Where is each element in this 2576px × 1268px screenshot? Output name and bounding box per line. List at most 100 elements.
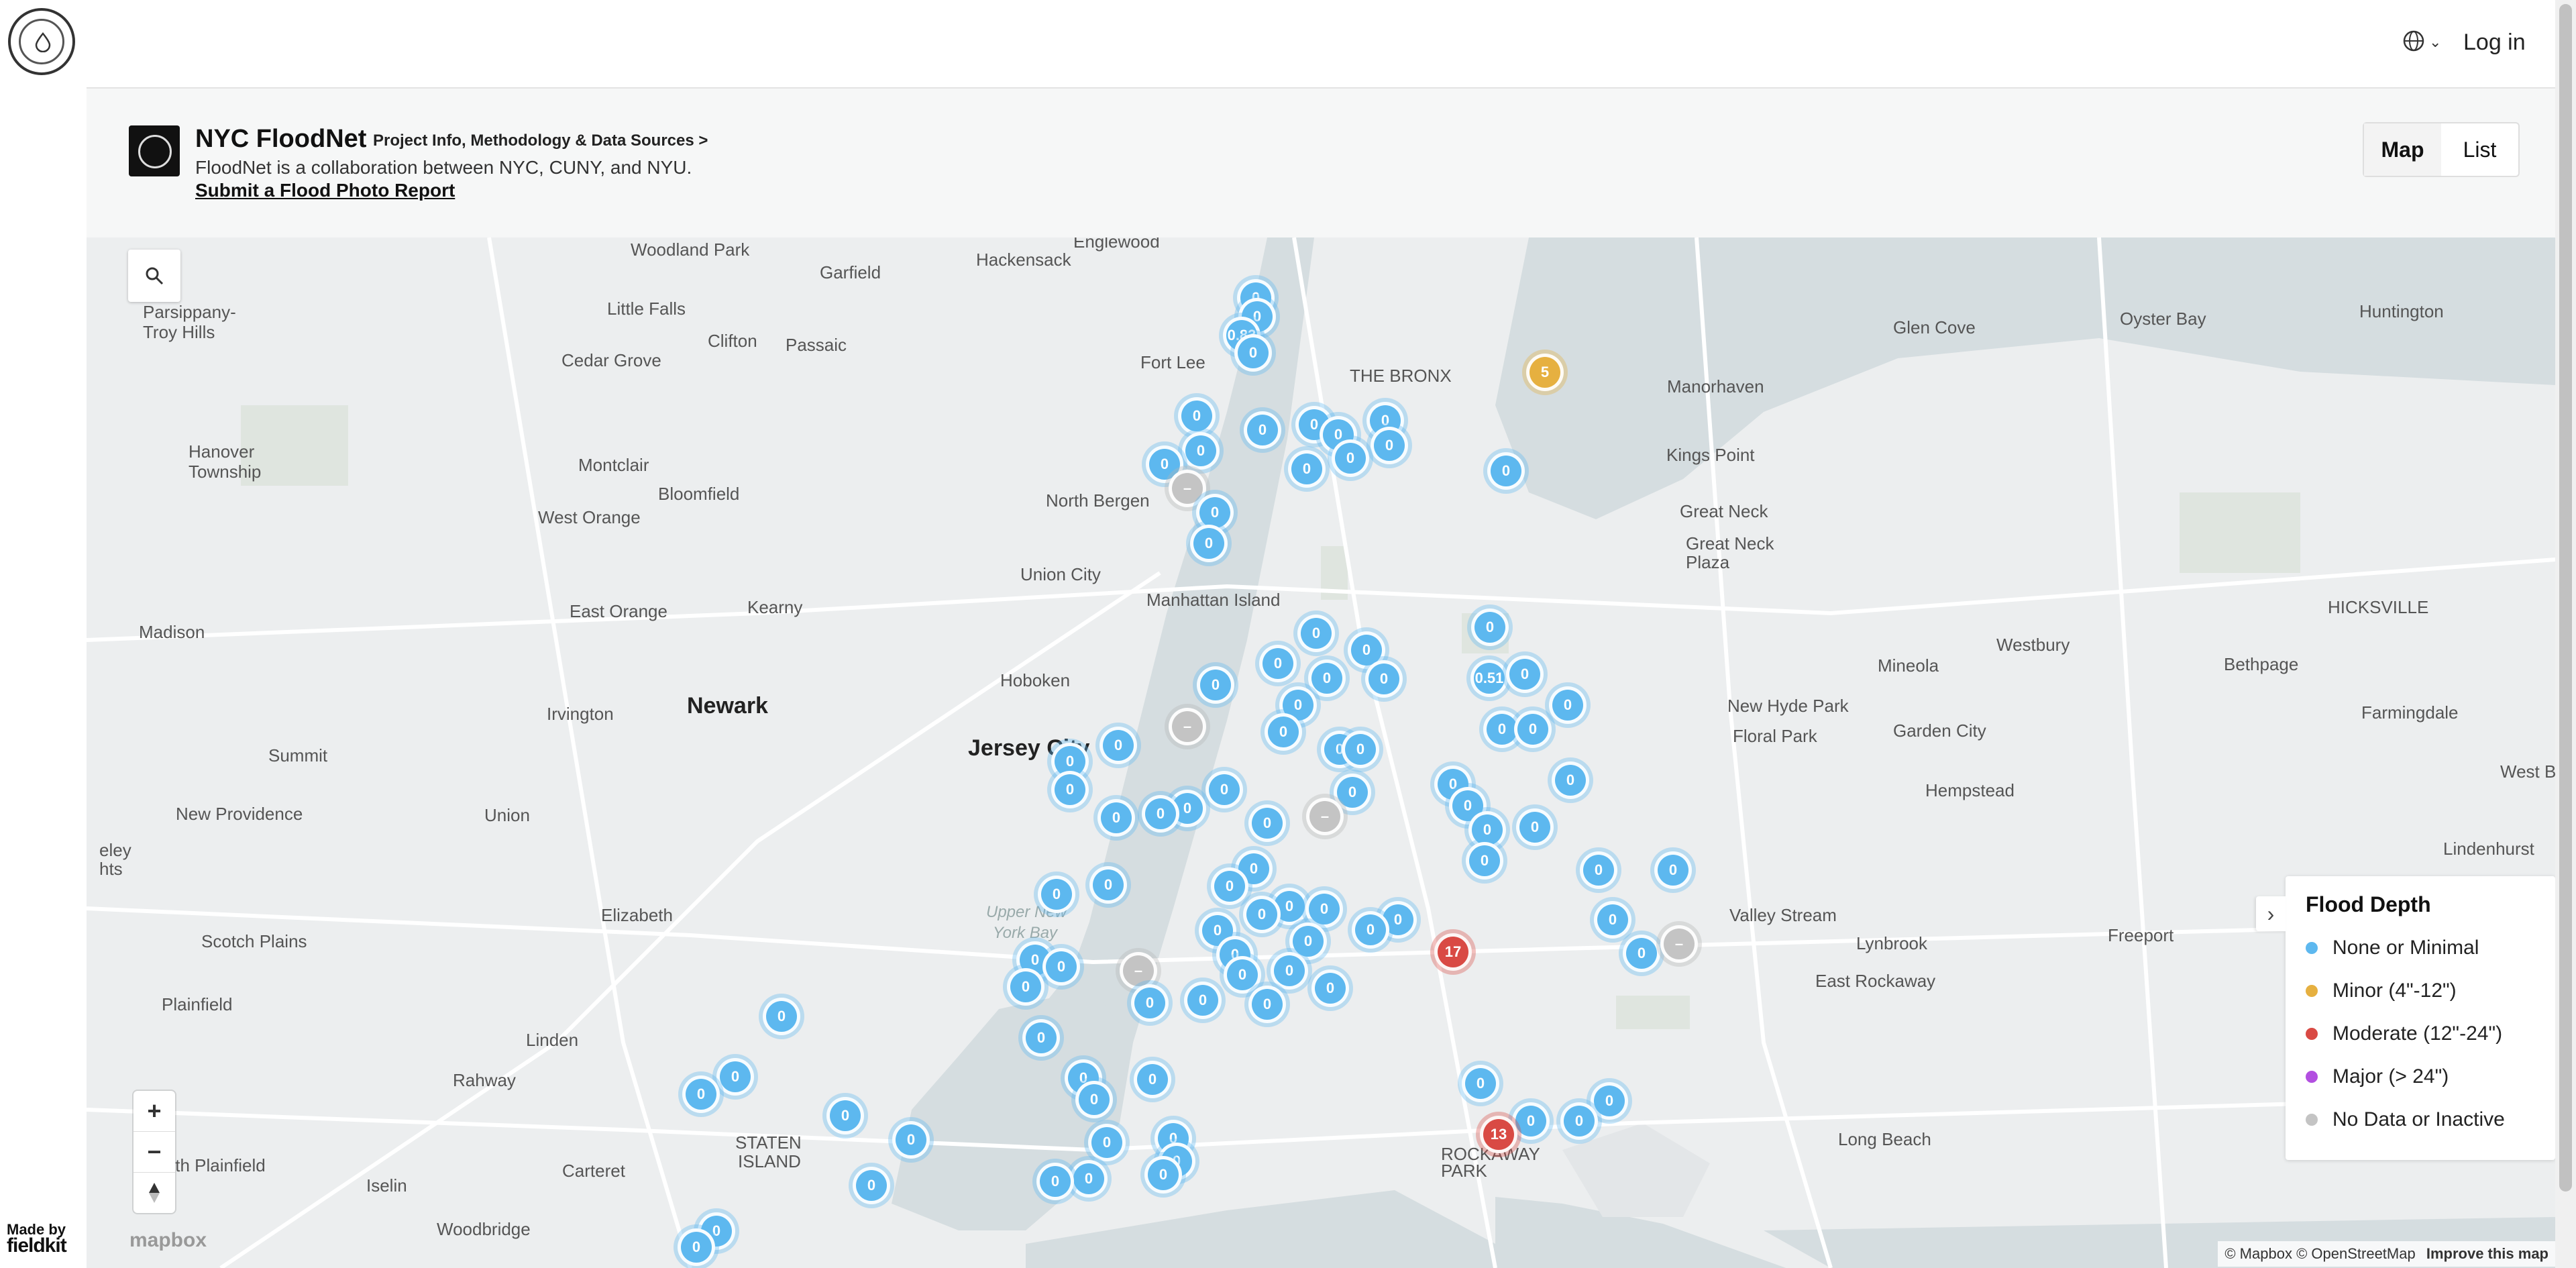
sensor-marker[interactable]: 0 — [1288, 450, 1326, 488]
sensor-marker[interactable]: 0 — [716, 1058, 754, 1096]
sensor-marker[interactable]: 5 — [1526, 354, 1564, 391]
sensor-marker[interactable]: 0 — [1205, 771, 1243, 808]
sensor-marker[interactable]: 0 — [1332, 439, 1369, 477]
sensor-marker[interactable]: 0 — [1131, 984, 1169, 1022]
page-scrollbar[interactable] — [2555, 0, 2576, 1268]
sensor-marker[interactable]: 0 — [1178, 397, 1216, 435]
sensor-marker[interactable]: 13 — [1480, 1116, 1517, 1153]
sensor-marker[interactable]: 0 — [682, 1075, 720, 1113]
sensor-marker[interactable]: 0 — [1134, 1061, 1171, 1098]
sensor-marker[interactable]: 0 — [1552, 761, 1589, 799]
sensor-marker[interactable]: 0 — [1190, 525, 1228, 562]
legend-collapse-button[interactable]: › — [2256, 896, 2286, 931]
compass-button[interactable] — [133, 1173, 175, 1213]
sensor-marker[interactable]: – — [1169, 708, 1206, 745]
sensor-marker[interactable]: 0 — [1088, 1124, 1126, 1161]
sensor-marker[interactable]: 0 — [853, 1167, 890, 1204]
sensor-marker[interactable]: 0 — [1487, 452, 1525, 490]
map-place-label: Glen Cove — [1893, 317, 1976, 337]
scrollbar-thumb[interactable] — [2559, 4, 2572, 1192]
sensor-marker[interactable]: 0 — [1516, 808, 1554, 846]
sensor-marker[interactable]: 0 — [1514, 710, 1552, 748]
sensor-marker[interactable]: 0 — [1342, 731, 1379, 768]
sensor-marker[interactable]: 0 — [1297, 615, 1335, 652]
sensor-marker[interactable]: 0 — [1594, 901, 1631, 939]
sensor-marker[interactable]: 0 — [892, 1121, 930, 1159]
sensor-marker[interactable]: 0 — [1466, 842, 1503, 880]
map-place-label: Woodland Park — [631, 240, 750, 260]
sensor-marker[interactable]: 0 — [1089, 866, 1127, 904]
view-toggle: Map List — [2363, 122, 2520, 177]
sensor-marker[interactable]: 0 — [1471, 609, 1509, 646]
sensor-marker[interactable]: 0 — [1197, 666, 1234, 704]
map-canvas[interactable]: Englewood Woodland Park Hackensack Garfield… — [87, 237, 2555, 1268]
attribution-mapbox[interactable]: © Mapbox — [2224, 1245, 2292, 1262]
login-link[interactable]: Log in — [2463, 30, 2526, 56]
sensor-marker[interactable]: 0 — [1265, 713, 1302, 751]
sensor-marker[interactable]: 0 — [1462, 1065, 1499, 1102]
sensor-marker[interactable]: 0 — [1506, 655, 1544, 693]
sensor-marker[interactable]: 0 — [1560, 1102, 1598, 1140]
sensor-marker[interactable]: 0 — [1248, 986, 1286, 1023]
sensor-marker[interactable]: 0 — [1234, 334, 1272, 372]
sensor-marker[interactable]: 0 — [1144, 1156, 1182, 1194]
map-place-label: Irvington — [547, 704, 614, 724]
map-place-label: Plainfield — [162, 994, 233, 1014]
sensor-marker[interactable]: 0 — [1182, 432, 1220, 470]
sensor-marker[interactable]: 0 — [1099, 727, 1137, 764]
sensor-marker[interactable]: 0 — [1142, 795, 1179, 833]
project-info-link[interactable]: Project Info, Methodology & Data Sources… — [373, 131, 708, 150]
sensor-marker[interactable]: 0 — [1097, 799, 1135, 837]
map-place-label: Iselin — [366, 1175, 407, 1196]
tab-map[interactable]: Map — [2364, 123, 2441, 176]
floodnet-logo[interactable] — [8, 8, 75, 75]
mapbox-logo[interactable]: mapbox — [129, 1229, 207, 1252]
sensor-marker[interactable]: 0 — [1580, 851, 1617, 889]
sensor-marker[interactable]: 0 — [826, 1097, 864, 1134]
tab-list[interactable]: List — [2441, 123, 2518, 176]
chevron-down-icon[interactable]: ⌄ — [2429, 34, 2441, 51]
improve-map-link[interactable]: Improve this map — [2426, 1245, 2548, 1262]
sensor-marker[interactable]: 0 — [1352, 911, 1389, 949]
made-by-fieldkit[interactable]: Made by fieldkit — [7, 1222, 67, 1256]
sensor-marker[interactable]: 0 — [678, 1228, 715, 1266]
submit-photo-report-link[interactable]: Submit a Flood Photo Report — [195, 180, 455, 201]
sensor-marker[interactable]: 0 — [1243, 896, 1281, 933]
sensor-marker[interactable]: – — [1660, 925, 1698, 963]
sensor-marker[interactable]: 0 — [1022, 1019, 1060, 1057]
sensor-marker[interactable]: 0 — [1549, 686, 1587, 724]
sensor-marker[interactable]: 0 — [1248, 804, 1286, 842]
sensor-marker[interactable]: 17 — [1434, 933, 1472, 971]
sensor-marker[interactable]: 0 — [1371, 427, 1408, 464]
zoom-in-button[interactable]: + — [133, 1091, 175, 1132]
sensor-marker[interactable]: 0 — [1051, 771, 1089, 808]
sensor-marker[interactable]: 0 — [763, 998, 800, 1035]
sensor-marker[interactable]: 0 — [1623, 935, 1660, 972]
map-place-label: Manhattan Island — [1146, 590, 1281, 610]
sensor-marker[interactable]: 0 — [1038, 876, 1075, 913]
sensor-marker[interactable]: 0 — [1654, 851, 1692, 889]
globe-icon[interactable] — [2402, 30, 2425, 52]
legend-color-dot — [2306, 1071, 2318, 1083]
sensor-marker[interactable]: 0 — [1224, 956, 1261, 994]
map-search-button[interactable] — [128, 250, 180, 302]
map-place-label: Freeport — [2108, 925, 2174, 945]
sensor-marker[interactable]: 0 — [1311, 969, 1349, 1007]
sensor-marker[interactable]: 0 — [1308, 659, 1346, 697]
sensor-marker[interactable]: 0 — [1244, 411, 1281, 449]
sensor-marker[interactable]: 0 — [1365, 660, 1403, 698]
sensor-marker[interactable]: 0 — [1271, 952, 1308, 990]
attribution-osm[interactable]: © OpenStreetMap — [2296, 1245, 2416, 1262]
sensor-marker[interactable]: 0 — [1036, 1163, 1074, 1200]
sensor-marker[interactable]: 0 — [1211, 867, 1248, 905]
sensor-marker[interactable]: 0 — [1007, 968, 1044, 1006]
sensor-marker[interactable]: 0 — [1075, 1081, 1113, 1118]
sensor-marker[interactable]: 0 — [1184, 982, 1222, 1019]
sensor-marker[interactable]: 0 — [1042, 948, 1080, 986]
sensor-marker[interactable]: 0 — [1512, 1102, 1550, 1140]
zoom-out-button[interactable]: − — [133, 1132, 175, 1173]
sensor-marker[interactable]: 0 — [1259, 645, 1297, 682]
sensor-marker[interactable]: 0 — [1070, 1160, 1108, 1198]
sensor-marker[interactable]: – — [1306, 798, 1344, 835]
sensor-marker[interactable]: 0.51 — [1470, 659, 1508, 697]
